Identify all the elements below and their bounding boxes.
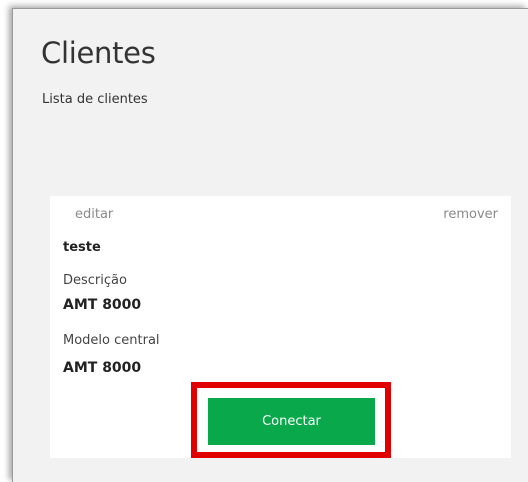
connect-button[interactable]: Conectar: [208, 398, 375, 445]
description-label: Descrição: [63, 273, 127, 288]
page-subtitle: Lista de clientes: [42, 92, 148, 107]
client-card: editar remover teste Descrição AMT 8000 …: [50, 196, 511, 458]
app-window: Clientes Lista de clientes editar remove…: [12, 8, 528, 482]
card-actions: editar remover: [50, 206, 511, 224]
remove-link[interactable]: remover: [443, 206, 498, 224]
central-model-label: Modelo central: [63, 333, 160, 348]
client-name: teste: [63, 240, 101, 255]
page-title: Clientes: [41, 36, 156, 70]
central-model-value: AMT 8000: [63, 360, 142, 376]
description-value: AMT 8000: [63, 297, 142, 313]
edit-link[interactable]: editar: [75, 206, 113, 224]
